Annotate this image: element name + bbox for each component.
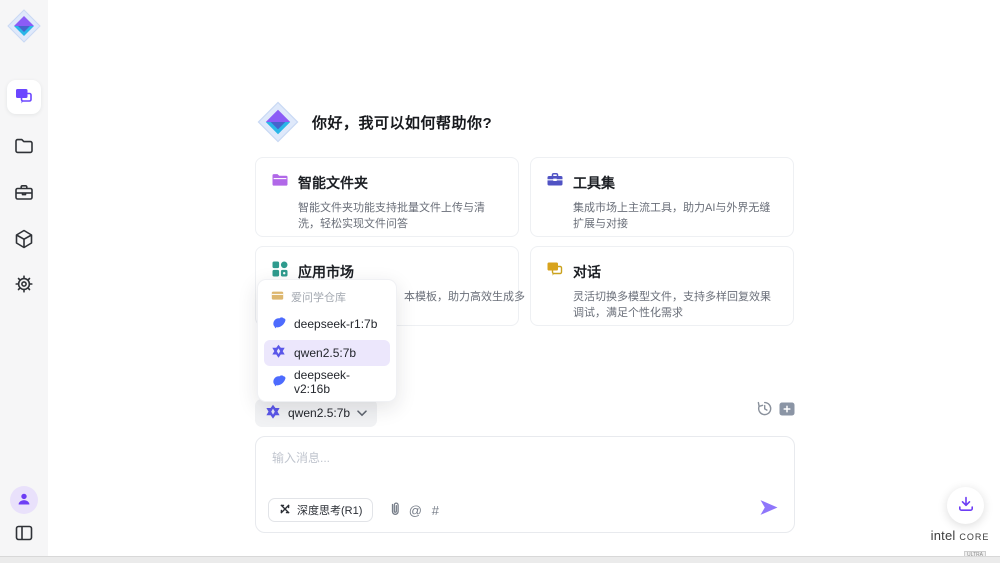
gear-icon xyxy=(13,273,35,298)
model-option-deepseek-r1[interactable]: deepseek-r1:7b xyxy=(264,311,390,337)
attachment-button[interactable] xyxy=(385,500,405,520)
message-input[interactable] xyxy=(272,449,772,489)
card-title: 智能文件夹 xyxy=(298,173,368,193)
qwen-icon xyxy=(271,344,286,362)
mention-icon: @ xyxy=(409,504,422,517)
card-description: 智能文件夹功能支持批量文件上传与清洗，轻松实现文件问答 xyxy=(298,200,503,232)
sidebar-item-settings[interactable] xyxy=(7,268,41,302)
card-description: 集成市场上主流工具，助力AI与外界无缝扩展与对接 xyxy=(573,200,778,232)
cube-icon xyxy=(13,228,35,253)
card-smart-folder[interactable]: 智能文件夹 智能文件夹功能支持批量文件上传与清洗，轻松实现文件问答 xyxy=(255,157,519,237)
deep-think-icon xyxy=(279,503,291,518)
deepseek-icon xyxy=(271,315,286,333)
person-icon xyxy=(16,491,32,510)
paperclip-icon xyxy=(388,501,402,519)
history-icon xyxy=(756,400,773,420)
panel-toggle-icon xyxy=(13,522,35,547)
send-icon xyxy=(759,504,779,519)
card-conversation[interactable]: 对话 灵活切换多模型文件，支持多样回复效果调试，满足个性化需求 xyxy=(530,246,794,326)
chevron-down-icon xyxy=(357,406,367,420)
card-toolset[interactable]: 工具集 集成市场上主流工具，助力AI与外界无缝扩展与对接 xyxy=(530,157,794,237)
deep-think-toggle[interactable]: 深度思考(R1) xyxy=(268,498,373,522)
mention-button[interactable]: @ xyxy=(405,500,425,520)
card-title: 对话 xyxy=(573,262,601,282)
user-avatar[interactable] xyxy=(10,486,38,514)
sidebar-item-models[interactable] xyxy=(7,223,41,257)
message-composer: 深度思考(R1) @ # xyxy=(255,436,795,533)
history-button[interactable] xyxy=(754,400,774,420)
model-dropdown: 爱问学仓库 deepseek-r1:7b qwen2.5:7b xyxy=(257,279,397,402)
card-description: 灵活切换多模型文件，支持多样回复效果调试，满足个性化需求 xyxy=(573,289,778,321)
card-description: 本模板，助力高效生成多 xyxy=(404,289,503,305)
selected-model-label: qwen2.5:7b xyxy=(288,406,350,420)
model-option-deepseek-v2[interactable]: deepseek-v2:16b xyxy=(264,369,390,395)
folder-icon xyxy=(271,171,289,194)
composer-toolbar: 深度思考(R1) @ # xyxy=(268,498,445,522)
toolbox-icon xyxy=(546,171,564,194)
app-window: 你好，我可以如何帮助你? 智能文件夹 智能文件夹功能支持批量文件上传与清洗，轻松… xyxy=(0,0,1000,563)
window-bottom-edge xyxy=(0,556,1000,563)
sidebar-item-chat[interactable] xyxy=(7,80,41,114)
folder-icon xyxy=(13,135,35,160)
new-chat-button[interactable] xyxy=(777,401,796,420)
deepseek-icon xyxy=(271,373,286,391)
model-repo-header: 爱问学仓库 xyxy=(264,286,390,308)
download-button[interactable] xyxy=(947,487,984,524)
prompt-tag-button[interactable]: # xyxy=(425,500,445,520)
greeting-logo xyxy=(256,100,300,144)
app-logo xyxy=(6,8,42,44)
send-button[interactable] xyxy=(758,499,780,519)
model-option-qwen[interactable]: qwen2.5:7b xyxy=(264,340,390,366)
qwen-icon xyxy=(265,404,281,423)
chat-bubbles-icon xyxy=(546,260,564,283)
repo-icon xyxy=(271,289,284,305)
hash-icon: # xyxy=(432,504,439,517)
sidebar-item-folders[interactable] xyxy=(7,130,41,164)
model-selector[interactable]: qwen2.5:7b xyxy=(255,399,377,427)
sidebar-item-toolbox[interactable] xyxy=(7,177,41,211)
briefcase-icon xyxy=(13,182,35,207)
new-chat-icon xyxy=(779,402,795,419)
card-title: 工具集 xyxy=(573,173,615,193)
sidebar-collapse-button[interactable] xyxy=(11,521,37,547)
page-title: 你好，我可以如何帮助你? xyxy=(312,112,492,133)
sidebar xyxy=(0,0,48,556)
download-icon xyxy=(957,495,975,516)
chat-icon xyxy=(14,86,34,109)
